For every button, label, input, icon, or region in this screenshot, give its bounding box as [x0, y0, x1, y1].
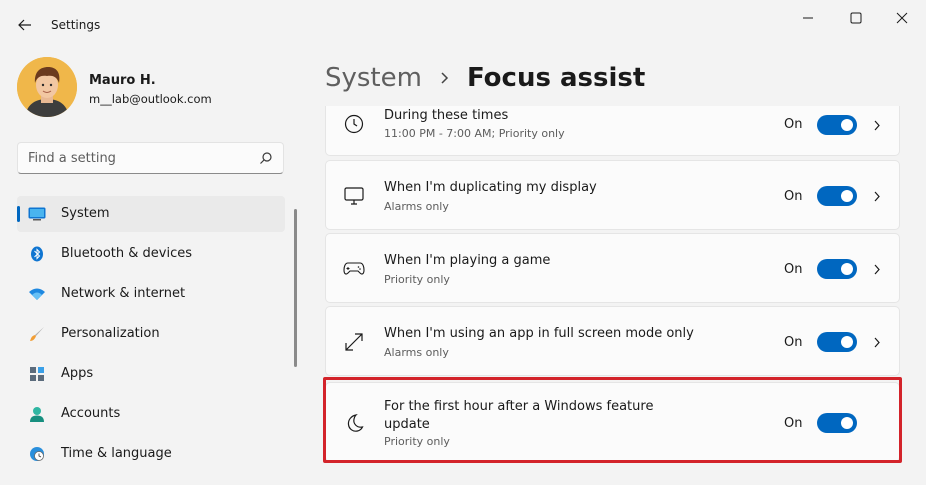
monitor-icon [343, 185, 365, 207]
page-title: Focus assist [466, 63, 646, 93]
rule-subtitle: Priority only [384, 435, 450, 448]
sidebar-item-label: Network & internet [61, 286, 186, 301]
rule-subtitle: Priority only [384, 273, 450, 286]
back-button[interactable] [14, 14, 36, 36]
rule-title-line2: update [384, 417, 430, 432]
toggle-switch[interactable] [817, 115, 857, 135]
rule-title-line1: For the first hour after a Windows featu… [384, 399, 654, 414]
user-profile[interactable]: Mauro H. m__lab@outlook.com [17, 57, 297, 119]
fullscreen-icon [343, 331, 365, 353]
toggle-knob [841, 263, 853, 275]
brush-icon [28, 326, 46, 342]
toggle-switch[interactable] [817, 413, 857, 433]
sidebar-item-label: Personalization [61, 326, 160, 341]
sidebar-item-network[interactable]: Network & internet [17, 276, 285, 312]
gamepad-icon [343, 258, 365, 280]
rule-during-these-times[interactable]: During these times 11:00 PM - 7:00 AM; P… [325, 106, 900, 156]
sidebar-item-label: System [61, 206, 110, 221]
rule-title: When I'm playing a game [384, 253, 551, 268]
sidebar-item-label: Accounts [61, 406, 121, 421]
person-icon [28, 406, 46, 422]
toggle-switch[interactable] [817, 259, 857, 279]
sidebar-item-personalization[interactable]: Personalization [17, 316, 285, 352]
rule-title: During these times [384, 108, 509, 123]
avatar [17, 57, 77, 117]
toggle-switch[interactable] [817, 186, 857, 206]
system-display-icon [28, 206, 46, 222]
search-input[interactable] [18, 143, 248, 173]
toggle-state-label: On [784, 262, 803, 277]
search-icon[interactable] [259, 151, 273, 165]
user-email: m__lab@outlook.com [89, 92, 212, 106]
rule-subtitle: Alarms only [384, 200, 449, 213]
chevron-right-icon[interactable] [872, 118, 882, 132]
chevron-right-icon[interactable] [872, 262, 882, 276]
rule-after-feature-update[interactable]: For the first hour after a Windows featu… [325, 382, 900, 462]
chevron-right-icon [440, 71, 449, 85]
search-box[interactable] [17, 142, 284, 174]
toggle-state-label: On [784, 416, 803, 431]
rule-full-screen-app[interactable]: When I'm using an app in full screen mod… [325, 306, 900, 376]
rule-playing-game[interactable]: When I'm playing a game Priority only On [325, 233, 900, 303]
sidebar-item-system[interactable]: System [17, 196, 285, 232]
toggle-knob [841, 417, 853, 429]
clock-icon [343, 113, 365, 135]
breadcrumb-parent[interactable]: System [325, 63, 422, 93]
rule-duplicating-display[interactable]: When I'm duplicating my display Alarms o… [325, 160, 900, 230]
sidebar-item-apps[interactable]: Apps [17, 356, 285, 392]
sidebar-item-label: Apps [61, 366, 94, 381]
toggle-knob [841, 336, 853, 348]
toggle-switch[interactable] [817, 332, 857, 352]
rule-title: When I'm duplicating my display [384, 180, 597, 195]
globe-clock-icon [28, 446, 46, 462]
focus-assist-rules: During these times 11:00 PM - 7:00 AM; P… [325, 106, 900, 485]
maximize-button[interactable] [836, 4, 876, 32]
minimize-button[interactable] [788, 4, 828, 32]
back-arrow-icon [18, 19, 31, 31]
title-bar: Settings [0, 0, 926, 48]
sidebar-item-accounts[interactable]: Accounts [17, 396, 285, 432]
toggle-knob [841, 190, 853, 202]
toggle-state-label: On [784, 335, 803, 350]
breadcrumb: System Focus assist [325, 58, 645, 98]
moon-icon [343, 412, 365, 434]
close-button[interactable] [882, 4, 922, 32]
maximize-icon [850, 12, 862, 24]
sidebar-item-bluetooth[interactable]: Bluetooth & devices [17, 236, 285, 272]
rule-subtitle: 11:00 PM - 7:00 AM; Priority only [384, 127, 565, 140]
chevron-right-icon[interactable] [872, 335, 882, 349]
chevron-right-icon[interactable] [872, 189, 882, 203]
minimize-icon [803, 17, 813, 19]
toggle-state-label: On [784, 189, 803, 204]
wifi-icon [28, 286, 46, 302]
bluetooth-icon [28, 246, 46, 262]
user-name: Mauro H. [89, 73, 156, 88]
rule-subtitle: Alarms only [384, 346, 449, 359]
sidebar-item-time-language[interactable]: Time & language [17, 436, 285, 472]
sidebar-scrollbar[interactable] [294, 209, 297, 367]
toggle-state-label: On [784, 117, 803, 132]
toggle-knob [841, 119, 853, 131]
apps-icon [28, 366, 46, 382]
sidebar-item-label: Bluetooth & devices [61, 246, 192, 261]
sidebar-item-label: Time & language [61, 446, 172, 461]
close-icon [896, 12, 908, 24]
avatar-image [17, 57, 77, 117]
app-title: Settings [51, 18, 101, 32]
sidebar-nav: System Bluetooth & devices Network & int… [17, 196, 285, 476]
rule-title: When I'm using an app in full screen mod… [384, 326, 694, 341]
